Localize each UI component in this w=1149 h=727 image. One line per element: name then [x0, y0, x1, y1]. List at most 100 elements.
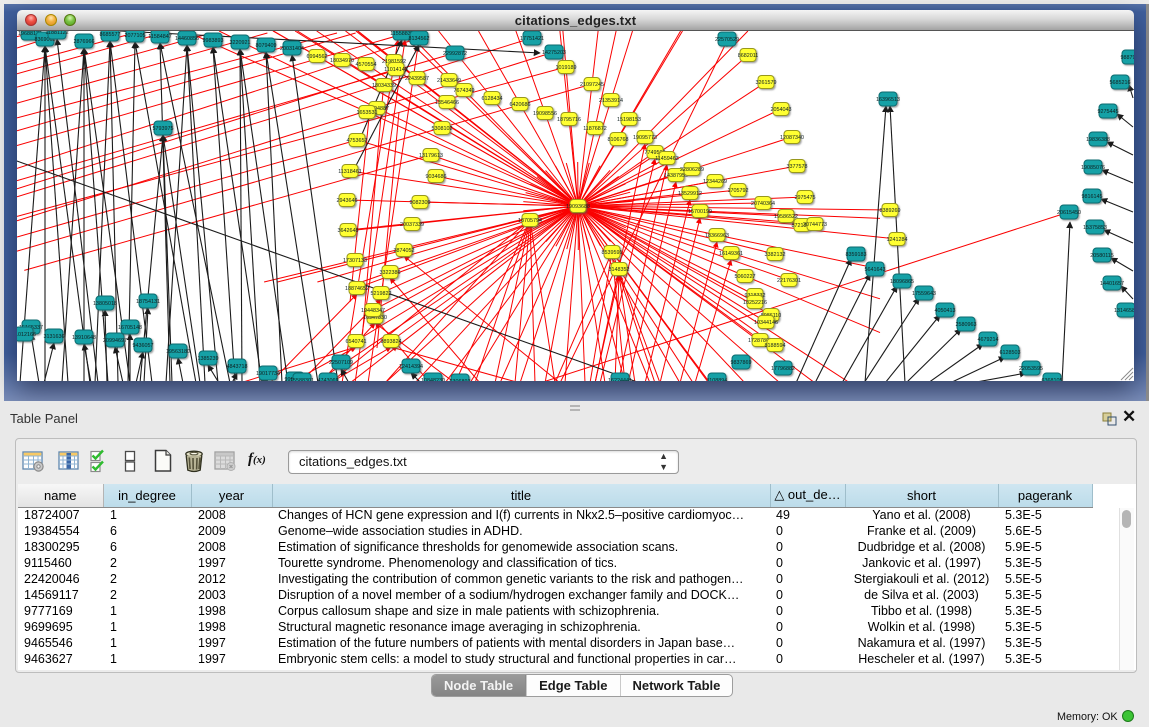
svg-text:2580963: 2580963 [956, 322, 977, 328]
svg-text:18874652: 18874652 [345, 286, 369, 292]
svg-text:20031404: 20031404 [280, 46, 304, 52]
svg-text:2975475: 2975475 [795, 195, 816, 201]
svg-text:5219822: 5219822 [371, 291, 392, 297]
svg-text:9887903: 9887903 [1121, 55, 1135, 61]
svg-text:8134562: 8134562 [409, 36, 430, 42]
svg-text:8685577: 8685577 [100, 32, 121, 38]
svg-text:14401657: 14401657 [1100, 281, 1124, 287]
svg-text:14460856: 14460856 [175, 36, 199, 42]
svg-text:20037339: 20037339 [400, 222, 424, 228]
svg-text:9816145: 9816145 [1082, 194, 1103, 200]
svg-text:8389269: 8389269 [880, 208, 901, 214]
svg-text:7674349: 7674349 [454, 88, 475, 94]
svg-text:9837869: 9837869 [731, 360, 752, 366]
svg-text:9983893: 9983893 [203, 38, 224, 44]
svg-text:1385239: 1385239 [198, 356, 219, 362]
svg-text:20994697: 20994697 [103, 338, 127, 344]
svg-text:13805018: 13805018 [93, 301, 117, 307]
svg-text:10344146: 10344146 [754, 320, 778, 326]
svg-text:5308102: 5308102 [432, 126, 453, 132]
svg-text:8682011: 8682011 [738, 53, 759, 59]
svg-text:3322386: 3322386 [380, 270, 401, 276]
svg-text:13910648: 13910648 [72, 335, 96, 341]
svg-text:16224441: 16224441 [608, 378, 632, 381]
svg-text:19093688: 19093688 [566, 204, 590, 210]
svg-text:5641643: 5641643 [865, 267, 886, 273]
svg-text:8079409: 8079409 [256, 43, 277, 49]
svg-text:3874052: 3874052 [394, 248, 415, 254]
svg-text:6128434: 6128434 [482, 96, 503, 102]
svg-text:22806289: 22806289 [680, 167, 704, 173]
svg-text:2943646: 2943646 [337, 198, 358, 204]
svg-text:11459463: 11459463 [655, 156, 679, 162]
svg-text:19098556: 19098556 [533, 111, 557, 117]
svg-text:9436057: 9436057 [133, 343, 154, 349]
svg-text:9082309: 9082309 [410, 200, 431, 206]
svg-text:9275445: 9275445 [1098, 109, 1119, 115]
svg-text:17796882: 17796882 [771, 366, 795, 372]
svg-text:11876872: 11876872 [583, 126, 607, 132]
svg-text:4743069: 4743069 [318, 378, 339, 381]
svg-text:13179613: 13179613 [419, 153, 443, 159]
svg-text:15375853: 15375853 [1083, 225, 1107, 231]
svg-text:12414394: 12414394 [399, 364, 423, 370]
svg-text:3220921: 3220921 [230, 40, 251, 46]
svg-text:1241284: 1241284 [887, 237, 908, 243]
svg-text:11318461: 11318461 [338, 169, 362, 175]
svg-text:6368105: 6368105 [1042, 378, 1063, 381]
svg-text:9893824: 9893824 [381, 339, 402, 345]
svg-text:13146585: 13146585 [1114, 308, 1134, 314]
svg-text:15700199: 15700199 [688, 209, 712, 215]
svg-text:1653531: 1653531 [357, 110, 378, 116]
svg-text:20615450: 20615450 [1057, 210, 1081, 216]
svg-text:4570554: 4570554 [356, 62, 377, 68]
svg-text:16396513: 16396513 [876, 97, 900, 103]
svg-text:19836388: 19836388 [1086, 137, 1110, 143]
svg-text:13546466: 13546466 [435, 100, 459, 106]
svg-text:19095773: 19095773 [633, 135, 657, 141]
svg-text:6306893: 6306893 [450, 379, 471, 381]
svg-text:8188594: 8188594 [765, 343, 786, 349]
svg-text:22439587: 22439587 [405, 76, 429, 82]
svg-text:19586522: 19586522 [774, 214, 798, 220]
svg-text:10848230: 10848230 [421, 378, 445, 381]
svg-text:18795716: 18795716 [557, 117, 581, 123]
svg-text:18034339: 18034339 [372, 83, 396, 89]
svg-text:8106768: 8106768 [608, 137, 629, 143]
svg-text:4050413: 4050413 [935, 308, 956, 314]
svg-text:11014145: 11014145 [384, 67, 408, 73]
svg-text:22507109: 22507109 [329, 360, 353, 366]
svg-text:18252216: 18252216 [743, 300, 767, 306]
svg-text:3148352: 3148352 [609, 267, 630, 273]
svg-text:21353914: 21353914 [599, 98, 623, 104]
svg-text:4753657: 4753657 [347, 138, 368, 144]
svg-text:5793975: 5793975 [153, 126, 174, 132]
svg-text:21012166: 21012166 [17, 332, 36, 338]
svg-text:11881122: 11881122 [45, 31, 68, 36]
svg-text:20580115: 20580115 [1090, 253, 1114, 259]
svg-text:1705792: 1705792 [728, 188, 749, 194]
svg-text:19085076: 19085076 [1081, 165, 1105, 171]
svg-text:3131636: 3131636 [44, 334, 65, 340]
svg-text:22992872: 22992872 [443, 51, 467, 57]
svg-text:19448347: 19448347 [361, 308, 385, 314]
svg-text:15588301: 15588301 [290, 378, 314, 381]
svg-text:4679214: 4679214 [978, 337, 999, 343]
svg-text:18754131: 18754131 [136, 299, 160, 305]
svg-text:20740364: 20740364 [751, 201, 775, 207]
svg-text:6420686: 6420686 [510, 102, 531, 108]
svg-text:13529912: 13529912 [678, 191, 702, 197]
svg-text:3261579: 3261579 [756, 80, 777, 86]
svg-text:11584847: 11584847 [148, 34, 172, 40]
svg-text:1019189: 1019189 [556, 65, 577, 71]
svg-text:18034970: 18034970 [330, 58, 354, 64]
svg-text:5685216: 5685216 [1110, 80, 1131, 86]
svg-text:12344269: 12344269 [703, 179, 727, 185]
svg-text:2077105: 2077105 [125, 33, 146, 39]
svg-text:6128503: 6128503 [1000, 350, 1021, 356]
svg-text:1108894: 1108894 [707, 378, 728, 381]
svg-text:8359183: 8359183 [846, 252, 867, 258]
svg-text:2054043: 2054043 [771, 107, 792, 113]
svg-text:18366963: 18366963 [705, 233, 729, 239]
svg-text:20744773: 20744773 [803, 222, 827, 228]
